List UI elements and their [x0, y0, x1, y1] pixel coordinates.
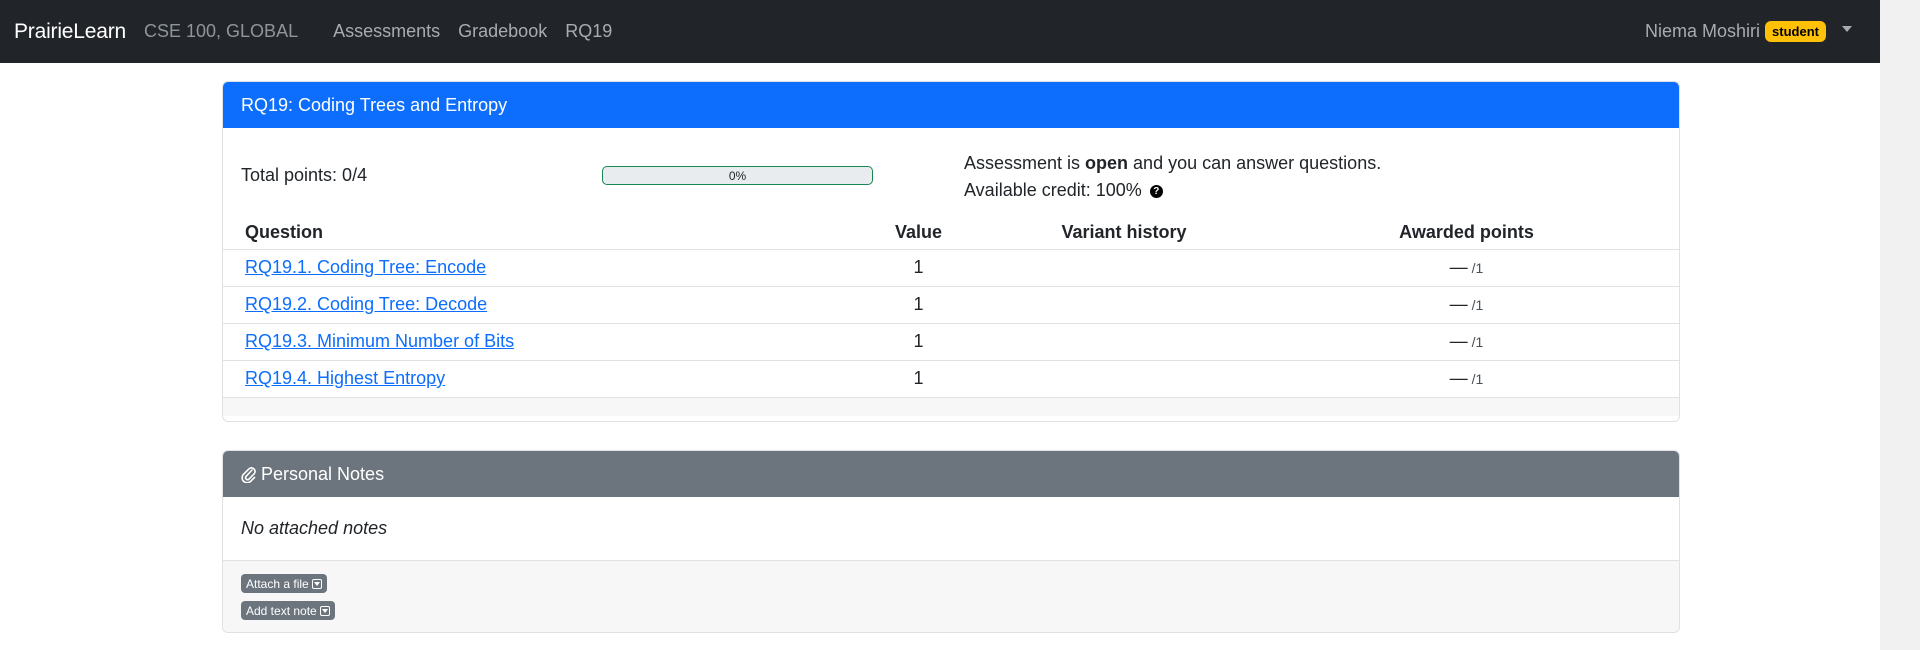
- notes-title: Personal Notes: [261, 463, 385, 484]
- column-header-variant-history: Variant history: [994, 216, 1254, 250]
- status-suffix: and you can answer questions.: [1128, 153, 1382, 173]
- question-value: 1: [843, 323, 994, 361]
- max-points: /1: [1471, 371, 1484, 387]
- paperclip-icon: [241, 466, 256, 483]
- dropdown-icon: [311, 578, 322, 589]
- assessment-status: Assessment is open and you can answer qu…: [964, 150, 1381, 204]
- variant-history: [994, 249, 1254, 287]
- progress-label: 0%: [728, 168, 747, 183]
- assessment-title: RQ19: Coding Trees and Entropy: [223, 82, 1679, 128]
- table-row: RQ19.1. Coding Tree: Encode 1 —/1: [223, 249, 1679, 287]
- total-points: Total points: 0/4: [241, 165, 368, 185]
- question-link[interactable]: RQ19.4. Highest Entropy: [245, 368, 445, 388]
- notes-header: Personal Notes: [223, 451, 1679, 497]
- caret-down-icon[interactable]: [1842, 25, 1852, 32]
- notes-footer: Attach a file Add text note: [223, 561, 1679, 632]
- variant-history: [994, 323, 1254, 361]
- nav-assessments[interactable]: Assessments: [333, 21, 440, 42]
- score-progress-bar: 0%: [602, 166, 873, 185]
- notes-empty-text: No attached notes: [223, 497, 1679, 561]
- questions-table: Question Value Variant history Awarded p…: [223, 216, 1679, 398]
- status-prefix: Assessment is: [964, 153, 1086, 173]
- question-value: 1: [843, 360, 994, 398]
- personal-notes-card: Personal Notes No attached notes Attach …: [222, 450, 1680, 633]
- role-badge: student: [1765, 21, 1826, 42]
- question-value: 1: [843, 286, 994, 324]
- nav-gradebook[interactable]: Gradebook: [458, 21, 547, 42]
- attach-file-button[interactable]: Attach a file: [241, 574, 327, 593]
- question-link[interactable]: RQ19.2. Coding Tree: Decode: [245, 294, 487, 314]
- table-row: RQ19.4. Highest Entropy 1 —/1: [223, 360, 1679, 398]
- table-row: RQ19.3. Minimum Number of Bits 1 —/1: [223, 323, 1679, 361]
- assessment-card: RQ19: Coding Trees and Entropy Total poi…: [222, 81, 1680, 422]
- nav-rq19[interactable]: RQ19: [565, 21, 612, 42]
- awarded-points: —: [1449, 368, 1468, 388]
- awarded-points: —: [1449, 331, 1468, 351]
- awarded-points: —: [1449, 257, 1468, 277]
- variant-history: [994, 286, 1254, 324]
- question-link[interactable]: RQ19.1. Coding Tree: Encode: [245, 257, 486, 277]
- question-link[interactable]: RQ19.3. Minimum Number of Bits: [245, 331, 514, 351]
- table-row: RQ19.2. Coding Tree: Decode 1 —/1: [223, 286, 1679, 324]
- awarded-points: —: [1449, 294, 1468, 314]
- attach-file-label: Attach a file: [246, 576, 309, 591]
- course-label[interactable]: CSE 100, GLOBAL: [144, 21, 298, 42]
- dropdown-icon: [319, 605, 330, 616]
- help-icon[interactable]: ?: [1149, 184, 1163, 198]
- scrollbar-gutter: [1880, 0, 1920, 650]
- column-header-awarded-points: Awarded points: [1254, 216, 1679, 250]
- table-header-row: Question Value Variant history Awarded p…: [223, 216, 1679, 250]
- variant-history: [994, 360, 1254, 398]
- column-header-question: Question: [223, 216, 843, 250]
- user-menu[interactable]: Niema Moshiri student: [1645, 0, 1852, 63]
- user-name[interactable]: Niema Moshiri: [1645, 21, 1760, 42]
- max-points: /1: [1471, 297, 1484, 313]
- add-text-note-button[interactable]: Add text note: [241, 601, 335, 620]
- assessment-summary: Total points: 0/4 0% Assessment is open …: [223, 128, 1679, 216]
- max-points: /1: [1471, 334, 1484, 350]
- top-navbar: PrairieLearn CSE 100, GLOBAL Assessments…: [0, 0, 1880, 63]
- add-text-note-label: Add text note: [246, 603, 317, 618]
- available-credit: Available credit: 100%: [964, 180, 1142, 200]
- max-points: /1: [1471, 260, 1484, 276]
- status-word: open: [1085, 153, 1129, 173]
- brand-link[interactable]: PrairieLearn: [14, 20, 126, 44]
- question-value: 1: [843, 249, 994, 287]
- column-header-value: Value: [843, 216, 994, 250]
- card-footer: [223, 397, 1679, 416]
